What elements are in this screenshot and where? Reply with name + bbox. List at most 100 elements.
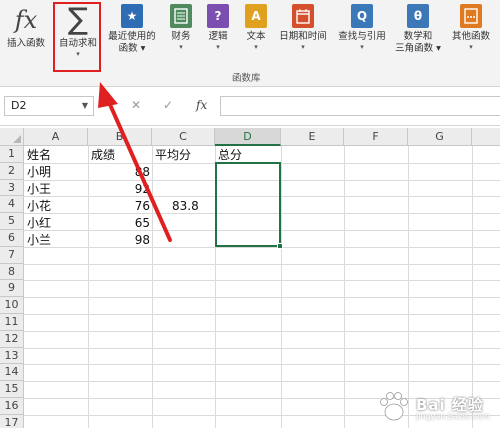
column-header-f[interactable]: F — [344, 128, 408, 146]
row-header-14[interactable]: 14 — [0, 364, 24, 382]
splitter-handle[interactable]: ⋮ — [101, 100, 111, 110]
cell-b3[interactable]: 92 — [90, 181, 150, 197]
column-header-a[interactable]: A — [24, 128, 88, 146]
math-trig-button[interactable]: θ 数学和 三角函数 ▾ — [392, 4, 444, 55]
name-box-value: D2 — [11, 99, 27, 112]
calendar-icon — [292, 4, 314, 28]
insert-function-button[interactable]: fx 插入函数 — [2, 4, 50, 50]
financial-label: 财务 — [171, 31, 191, 42]
name-box[interactable]: D2 ▼ — [4, 96, 94, 116]
row-header-12[interactable]: 12 — [0, 330, 24, 348]
lookup-icon: Q — [351, 4, 373, 28]
watermark-url: jingyan.baidu.com — [416, 412, 490, 421]
row-header-1[interactable]: 1 — [0, 146, 24, 163]
paw-logo-icon — [380, 392, 408, 421]
row-header-10[interactable]: 10 — [0, 297, 24, 314]
row-header-15[interactable]: 15 — [0, 381, 24, 398]
cell-b6[interactable]: 98 — [90, 232, 150, 248]
column-header-c[interactable]: C — [152, 128, 215, 146]
row-header-6[interactable]: 6 — [0, 230, 24, 247]
cell-b5[interactable]: 65 — [90, 215, 150, 231]
cell-b2[interactable]: 88 — [90, 164, 150, 180]
lookup-reference-button[interactable]: Q 查找与引用 ▾ — [334, 4, 390, 51]
gridline — [24, 364, 500, 366]
row-header-3[interactable]: 3 — [0, 179, 24, 197]
recently-used-label-2: 函数 ▾ — [118, 43, 146, 54]
chevron-down-icon: ▾ — [216, 43, 220, 51]
column-header-e[interactable]: E — [281, 128, 344, 146]
gridline — [24, 297, 500, 299]
highlight-box — [53, 2, 101, 72]
row-header-8[interactable]: 8 — [0, 263, 24, 281]
star-icon: ★ — [121, 4, 143, 28]
row-header-13[interactable]: 13 — [0, 347, 24, 365]
gridline — [24, 263, 500, 265]
column-header-h[interactable] — [472, 128, 500, 146]
text-functions-button[interactable]: A 文本 ▾ — [240, 4, 272, 51]
row-header-2[interactable]: 2 — [0, 162, 24, 180]
gridline — [24, 314, 500, 315]
confirm-icon[interactable]: ✓ — [163, 98, 173, 112]
cell-c4[interactable]: 83.8 — [172, 198, 199, 214]
cell-d1[interactable]: 总分 — [218, 147, 242, 163]
formula-input[interactable] — [220, 96, 500, 116]
gridline — [408, 146, 409, 428]
column-header-b[interactable]: B — [88, 128, 152, 146]
recently-used-button[interactable]: ★ 最近使用的 函数 ▾ — [103, 4, 161, 55]
function-library-group-label: 函数库 — [232, 73, 261, 84]
row-header-11[interactable]: 11 — [0, 314, 24, 331]
cell-a5[interactable]: 小红 — [27, 215, 51, 231]
gridline — [24, 280, 500, 282]
row-header-5[interactable]: 5 — [0, 213, 24, 230]
gridline — [472, 146, 473, 428]
lookup-reference-label: 查找与引用 — [338, 31, 386, 42]
financial-button[interactable]: 财务 ▾ — [165, 4, 197, 51]
row-header-4[interactable]: 4 — [0, 196, 24, 214]
cell-a2[interactable]: 小明 — [27, 164, 51, 180]
cell-a3[interactable]: 小王 — [27, 181, 51, 197]
gridline — [88, 146, 89, 428]
fx-icon: fx — [14, 6, 38, 34]
baidu-jingyan-watermark: Bai 经验 jingyan.baidu.com — [376, 390, 494, 424]
cancel-icon[interactable]: ✕ — [131, 98, 141, 112]
logic-icon: ? — [207, 4, 229, 28]
row-header-9[interactable]: 9 — [0, 280, 24, 298]
cell-c1[interactable]: 平均分 — [155, 147, 191, 163]
row-header-16[interactable]: 16 — [0, 398, 24, 415]
row-header-7[interactable]: 7 — [0, 246, 24, 264]
row-header-17[interactable]: 17 — [0, 414, 24, 428]
select-all-triangle-icon — [13, 135, 21, 143]
text-functions-label: 文本 — [246, 31, 266, 42]
chevron-down-icon: ▾ — [179, 43, 183, 51]
theta-icon: θ — [407, 4, 429, 28]
date-time-label: 日期和时间 — [279, 31, 327, 42]
gridline — [152, 146, 153, 428]
chevron-down-icon[interactable]: ▼ — [82, 97, 88, 115]
column-header-d[interactable]: D — [215, 128, 281, 146]
cell-b1[interactable]: 成绩 — [91, 147, 115, 163]
more-functions-label: 其他函数 — [451, 31, 490, 42]
more-functions-button[interactable]: 其他函数 ▾ — [445, 4, 497, 51]
more-functions-icon — [460, 4, 482, 28]
text-icon: A — [245, 4, 267, 28]
gridline — [24, 347, 500, 349]
chevron-down-icon: ▾ — [360, 43, 364, 51]
cell-a4[interactable]: 小花 — [27, 198, 51, 214]
select-all-button[interactable] — [0, 128, 24, 146]
chevron-down-icon: ▾ — [301, 43, 305, 51]
gridline — [24, 330, 500, 332]
fill-handle[interactable] — [277, 243, 283, 249]
logical-label: 逻辑 — [208, 31, 228, 42]
cell-a1[interactable]: 姓名 — [27, 147, 51, 163]
gridline — [24, 381, 500, 383]
insert-function-fx-icon[interactable]: fx — [196, 98, 207, 112]
cell-b4[interactable]: 76 — [90, 198, 150, 214]
cell-a6[interactable]: 小兰 — [27, 232, 51, 248]
finance-icon — [170, 4, 192, 28]
gridline — [281, 146, 282, 428]
date-time-button[interactable]: 日期和时间 ▾ — [274, 4, 332, 51]
recently-used-label: 最近使用的 — [108, 31, 156, 42]
logical-button[interactable]: ? 逻辑 ▾ — [202, 4, 234, 51]
column-header-g[interactable]: G — [408, 128, 472, 146]
selected-range-d2-d6[interactable] — [215, 162, 281, 247]
